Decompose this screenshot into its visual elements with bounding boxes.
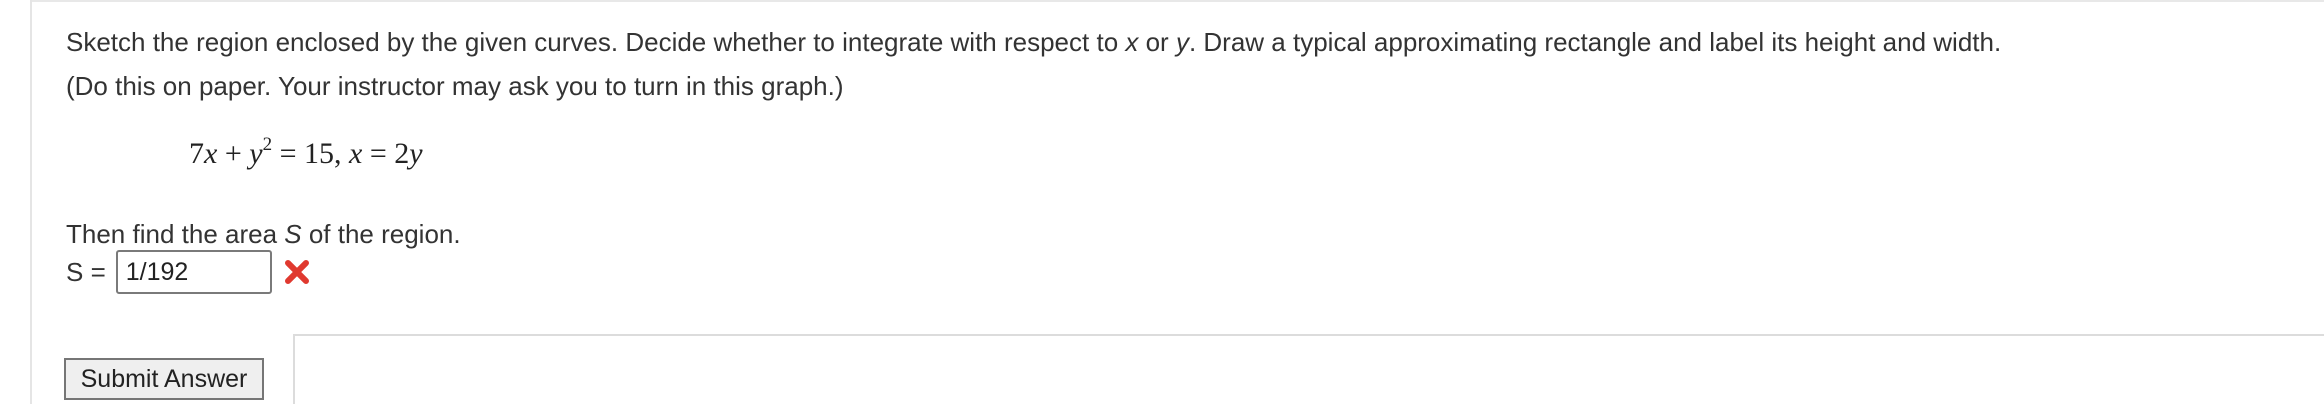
top-divider xyxy=(30,0,2324,2)
red-x-icon xyxy=(282,257,312,287)
answer-input[interactable] xyxy=(115,250,272,294)
variable-x: x xyxy=(1125,27,1139,57)
left-divider xyxy=(30,0,32,404)
variable-y: y xyxy=(1175,27,1189,57)
feedback-area xyxy=(293,334,2324,404)
question-prompt: Sketch the region enclosed by the given … xyxy=(66,27,2002,101)
question-panel: Sketch the region enclosed by the given … xyxy=(66,20,2306,294)
curve-equations: 7x + y2 = 15, x = 2y xyxy=(189,134,423,170)
question-note: (Do this on paper. Your instructor may a… xyxy=(66,71,844,101)
submit-answer-button[interactable]: Submit Answer xyxy=(64,358,264,400)
answer-row: S = xyxy=(66,247,312,297)
answer-label: S = xyxy=(66,257,106,287)
